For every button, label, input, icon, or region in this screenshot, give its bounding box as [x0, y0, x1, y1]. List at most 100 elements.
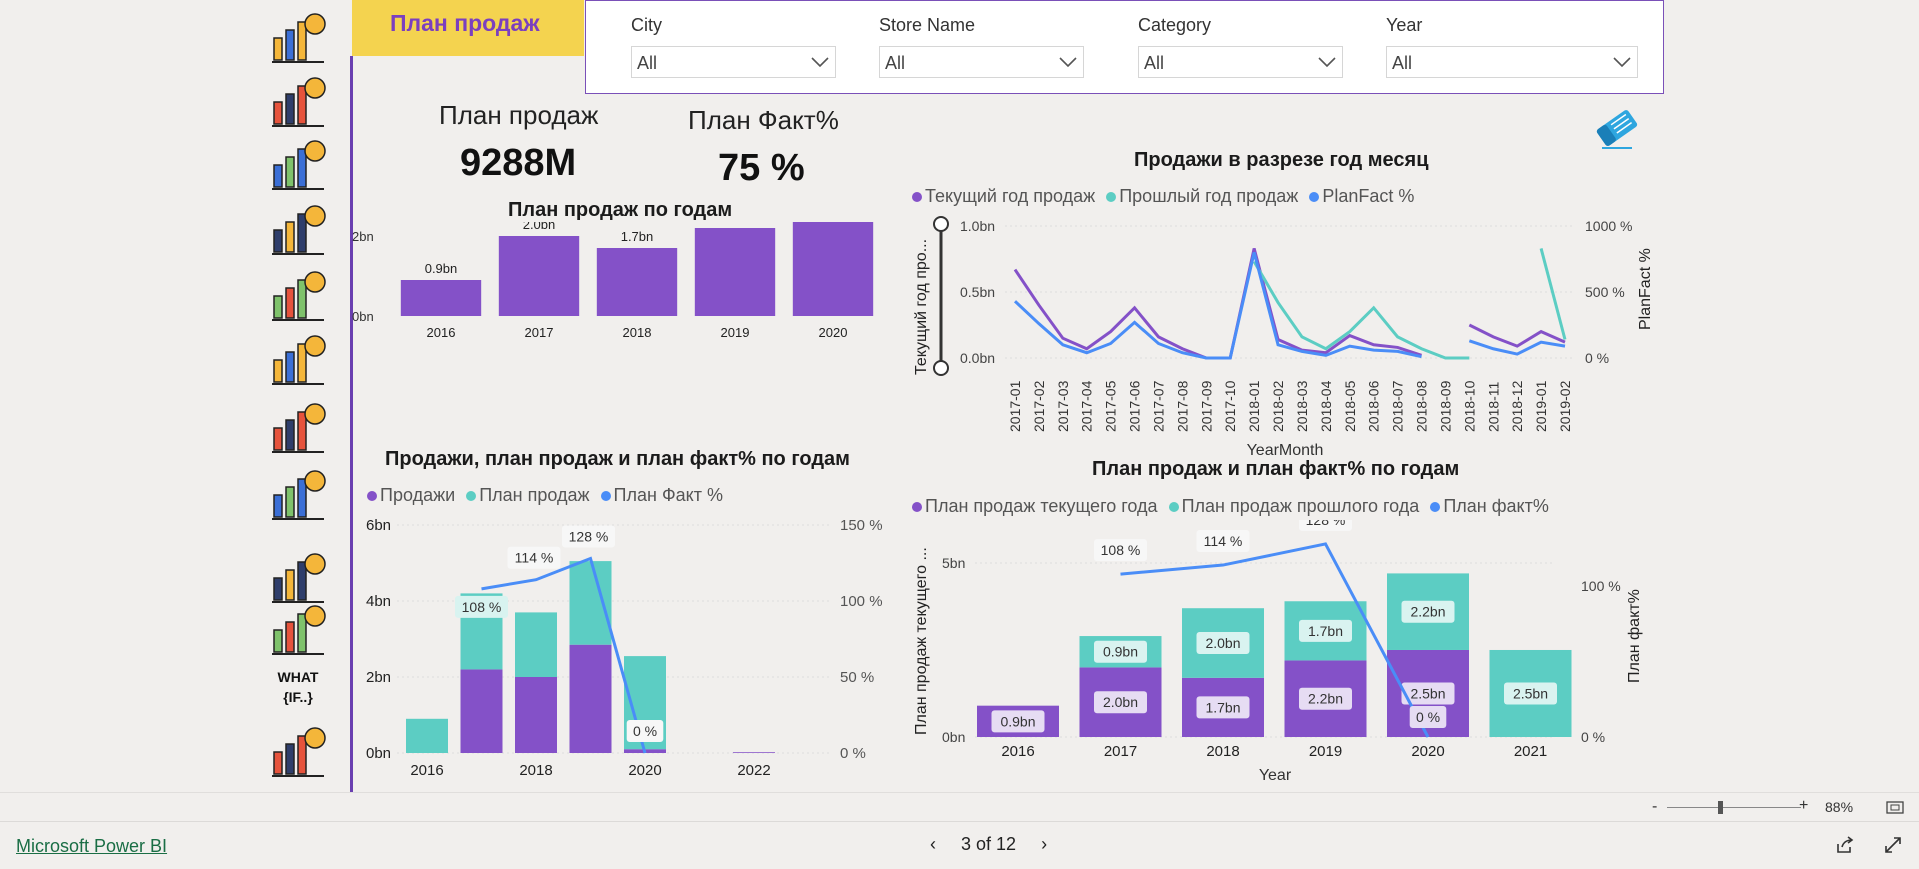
slicer-year-dropdown[interactable]: All — [1386, 46, 1638, 78]
cart-location-icon — [272, 271, 326, 321]
nav-calculator-coins-button[interactable] — [268, 135, 328, 193]
chart-sales-plan-title: Продажи, план продаж и план факт% по год… — [385, 448, 850, 470]
nav-gears-button[interactable] — [268, 330, 328, 388]
delivery-truck-icon — [272, 553, 326, 603]
legend-label: План продаж — [479, 485, 590, 505]
current-label: 2.2bn — [1308, 691, 1343, 707]
x-tick-label: 2017-07 — [1150, 380, 1166, 432]
y-tick-label: 5bn — [942, 555, 965, 571]
slicer-year: Year All — [1386, 15, 1638, 78]
legend-item-previous[interactable]: Прошлый год продаж — [1106, 186, 1298, 206]
zoom-slider-track[interactable] — [1667, 807, 1801, 808]
fit-page-icon[interactable] — [1886, 801, 1904, 814]
bar-sales — [733, 752, 775, 753]
previous-label: 2.2bn — [1410, 604, 1445, 620]
pager: ‹ 3 of 12 › — [922, 834, 1055, 855]
nav-delivery-truck-button[interactable] — [268, 548, 328, 606]
x-axis-label: Year — [1259, 767, 1292, 784]
legend-item-plan[interactable]: План продаж — [466, 485, 590, 505]
icon-part — [285, 287, 295, 319]
slicer-category-dropdown[interactable]: All — [1138, 46, 1343, 78]
y2-tick-label: 100 % — [1581, 578, 1621, 594]
icon-part — [273, 427, 283, 451]
data-label: 1.7bn — [621, 229, 654, 244]
y-tick-label: 6bn — [366, 517, 391, 534]
zoom-in-button[interactable]: + — [1799, 797, 1808, 815]
x-tick-label: 2017-01 — [1007, 380, 1023, 432]
legend-item-planfact[interactable]: План Факт % — [600, 485, 723, 505]
planfact-label: 114 % — [515, 550, 554, 566]
icon-part — [297, 213, 307, 253]
filter-panel: City All Store Name All Category All Yea… — [585, 0, 1664, 94]
y2-tick-label: 50 % — [840, 669, 874, 686]
prev-page-button[interactable]: ‹ — [922, 834, 944, 855]
y2-tick-label: 100 % — [840, 593, 883, 610]
nav-finance-pie-button[interactable] — [268, 72, 328, 130]
legend-item-planfact[interactable]: План факт% — [1430, 496, 1549, 516]
x-tick-label: 2018-06 — [1366, 380, 1382, 432]
x-tick-label: 2018 — [623, 325, 652, 340]
icon-part — [285, 569, 295, 601]
nav-cart-location-button[interactable] — [268, 266, 328, 324]
x-tick-label: 2017-06 — [1127, 380, 1143, 432]
y2-axis-label: PlanFact % — [1637, 248, 1654, 330]
calculator-coins-icon — [272, 140, 326, 190]
zoom-level: 88% — [1825, 799, 1854, 815]
zoom-bar: - + 88% — [0, 792, 1919, 821]
legend-item-previous-plan[interactable]: План продаж прошлого года — [1168, 496, 1419, 516]
slicer-store-dropdown[interactable]: All — [879, 46, 1084, 78]
next-page-button[interactable]: › — [1033, 834, 1055, 855]
zoom-out-button[interactable]: - — [1652, 798, 1657, 816]
legend-item-planfact[interactable]: PlanFact % — [1309, 186, 1414, 206]
power-bi-link[interactable]: Microsoft Power BI — [16, 836, 167, 857]
x-tick-label: 2019 — [721, 325, 750, 340]
icon-part — [304, 403, 326, 425]
finance-pie-icon — [272, 77, 326, 127]
clear-filters-button[interactable] — [1592, 104, 1642, 152]
nav-scale-box-button[interactable] — [268, 600, 328, 658]
legend-item-sales[interactable]: Продажи — [367, 485, 455, 505]
zoom-slider-thumb[interactable] — [1718, 801, 1723, 814]
page-indicator: 3 of 12 — [961, 834, 1017, 854]
x-tick-label: 2018-12 — [1509, 380, 1525, 432]
nav-sales-chart-button[interactable] — [268, 8, 328, 66]
planfact-label: 128 % — [1306, 520, 1346, 528]
x-tick-label: 2017-10 — [1222, 380, 1238, 432]
report-canvas: WHAT {IF..} План продаж City All Store Na… — [0, 0, 1919, 792]
x-tick-label: 2016 — [410, 762, 443, 779]
slicer-category-value: All — [1144, 53, 1165, 73]
legend-item-current[interactable]: Текущий год продаж — [912, 186, 1095, 206]
icon-part — [273, 101, 283, 125]
x-tick-label: 2018-07 — [1390, 380, 1406, 432]
icon-part — [297, 85, 307, 125]
nav-what-if-button[interactable]: WHAT {IF..} — [268, 660, 328, 718]
share-icon[interactable] — [1836, 836, 1854, 854]
legend-item-current-plan[interactable]: План продаж текущего года — [912, 496, 1158, 516]
y-tick-label: 1.0bn — [960, 218, 995, 234]
x-tick-label: 2018 — [1206, 743, 1239, 760]
x-axis-label: YearMonth — [1247, 442, 1324, 459]
chart-plan-by-year-title: План продаж по годам — [508, 199, 733, 221]
what-if-line2: {IF..} — [283, 689, 313, 705]
x-tick-label: 2017-04 — [1079, 380, 1095, 432]
icon-part — [304, 271, 326, 293]
bar — [498, 236, 580, 316]
x-tick-label: 2020 — [819, 325, 848, 340]
icon-part — [297, 478, 307, 518]
x-tick-label: 2016 — [1001, 743, 1034, 760]
previous-label: 1.7bn — [1308, 623, 1343, 639]
fullscreen-icon[interactable] — [1884, 836, 1902, 854]
icon-part — [304, 727, 326, 749]
slicer-city-dropdown[interactable]: All — [631, 46, 836, 78]
x-tick-label: 2019 — [1309, 743, 1342, 760]
nav-pie-money-button[interactable] — [268, 200, 328, 258]
icon-part — [285, 93, 295, 125]
x-tick-label: 2021 — [1514, 743, 1547, 760]
page-title-tab: План продаж — [352, 0, 584, 56]
nav-home-store-button[interactable] — [268, 722, 328, 780]
legend-label: Прошлый год продаж — [1119, 186, 1299, 206]
nav-handshake-button[interactable] — [268, 465, 328, 523]
x-tick-label: 2017-03 — [1055, 380, 1071, 432]
nav-devices-button[interactable] — [268, 398, 328, 456]
icon-part — [273, 629, 283, 653]
